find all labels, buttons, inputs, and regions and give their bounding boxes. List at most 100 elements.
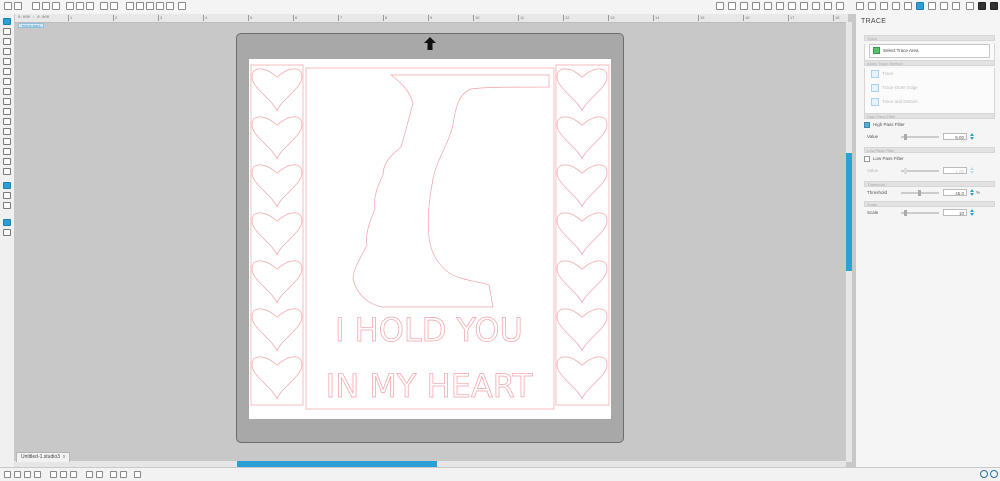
scale-stepper[interactable] <box>970 209 974 217</box>
threshold-value-field[interactable]: 45.0 <box>943 189 967 196</box>
select-trace-area-button[interactable]: Select Trace Area <box>869 44 990 58</box>
show-mat-icon[interactable] <box>3 192 11 199</box>
fill-panel-icon[interactable] <box>880 2 888 10</box>
deselect-icon[interactable] <box>14 471 21 478</box>
delete-icon[interactable] <box>34 471 41 478</box>
threshold-slider-knob[interactable] <box>918 190 921 196</box>
high-pass-value-field[interactable]: 5.00 <box>943 133 967 140</box>
text-panel-icon[interactable] <box>904 2 912 10</box>
eyedropper-tool-icon[interactable] <box>3 168 11 175</box>
trace-outer-edge-option[interactable]: Trace Outer Edge <box>869 82 990 94</box>
smooth-freehand-tool-icon[interactable] <box>3 128 11 135</box>
fill-color-icon[interactable] <box>800 2 808 10</box>
curve-tool-icon[interactable] <box>3 98 11 105</box>
trace-and-detach-option[interactable]: Trace and Detach <box>869 96 990 108</box>
point-edit-icon[interactable] <box>856 2 864 10</box>
library-view-icon[interactable] <box>3 229 11 236</box>
eraser-tool-icon[interactable] <box>3 138 11 145</box>
redo-icon[interactable] <box>110 2 118 10</box>
zoom-in-icon[interactable] <box>136 2 144 10</box>
cut-icon[interactable] <box>66 2 74 10</box>
ellipse-tool-icon[interactable] <box>3 78 11 85</box>
rectangle-tool-icon[interactable] <box>3 58 11 65</box>
trace-option[interactable]: Trace <box>869 68 990 80</box>
arc-tool-icon[interactable] <box>3 108 11 115</box>
save-icon[interactable] <box>32 2 40 10</box>
heart-column-left <box>251 68 303 400</box>
zoom-area-icon[interactable] <box>156 2 164 10</box>
high-pass-stepper[interactable] <box>970 133 974 141</box>
vertical-scroll-thumb[interactable] <box>846 153 852 271</box>
freehand-tool-icon[interactable] <box>3 118 11 125</box>
bring-to-front-icon[interactable] <box>86 471 93 478</box>
open-document-icon[interactable] <box>14 2 22 10</box>
new-document-icon[interactable] <box>4 2 12 10</box>
paste-icon[interactable] <box>86 2 94 10</box>
print-icon[interactable] <box>42 2 50 10</box>
select-all-icon[interactable] <box>4 471 11 478</box>
modify-icon[interactable] <box>752 2 760 10</box>
design-view-icon[interactable] <box>3 219 11 226</box>
select-tool-icon[interactable] <box>3 18 11 25</box>
align-icon[interactable] <box>728 2 736 10</box>
send-to-back-icon[interactable] <box>96 471 103 478</box>
rounded-rectangle-tool-icon[interactable] <box>3 68 11 75</box>
trace-quick-icon[interactable] <box>134 471 141 478</box>
knife-tool-icon[interactable] <box>3 158 11 165</box>
show-cut-border-icon[interactable] <box>3 182 11 189</box>
polygon-tool-icon[interactable] <box>3 48 11 55</box>
offset-icon[interactable] <box>764 2 772 10</box>
low-pass-value-field[interactable]: 1.00 <box>943 167 967 174</box>
low-pass-checkbox[interactable] <box>864 156 870 162</box>
line-panel-icon[interactable] <box>892 2 900 10</box>
low-pass-checkbox-row[interactable]: Low Pass Filter <box>864 153 995 165</box>
group-icon[interactable] <box>50 471 57 478</box>
transform-icon[interactable] <box>836 2 844 10</box>
copy-icon[interactable] <box>76 2 84 10</box>
duplicate-icon[interactable] <box>24 471 31 478</box>
registration-icon[interactable] <box>940 2 948 10</box>
polyline-tool-icon[interactable] <box>3 88 11 95</box>
preferences-gear-icon[interactable] <box>990 470 998 478</box>
print-cut-icon[interactable] <box>52 2 60 10</box>
undo-icon[interactable] <box>100 2 108 10</box>
low-pass-stepper[interactable] <box>970 167 974 175</box>
zoom-fit-icon[interactable] <box>166 2 174 10</box>
high-pass-checkbox[interactable] <box>864 122 870 128</box>
settings-gear-icon[interactable] <box>980 470 988 478</box>
high-pass-checkbox-row[interactable]: High Pass Filter <box>864 119 995 131</box>
scale-value-field[interactable]: 10 <box>943 209 967 216</box>
gradient-icon[interactable] <box>812 2 820 10</box>
design-page[interactable]: I HOLD YOU IN MY HEART <box>249 59 611 419</box>
threshold-stepper[interactable] <box>970 189 974 197</box>
cut-settings-icon[interactable] <box>952 2 960 10</box>
weld-icon[interactable] <box>110 471 117 478</box>
library-icon[interactable] <box>990 2 998 10</box>
send-to-silhouette-icon[interactable] <box>966 2 974 10</box>
library-shapes-icon[interactable] <box>776 2 784 10</box>
zoom-percent-icon[interactable] <box>178 2 186 10</box>
replicate-icon[interactable] <box>740 2 748 10</box>
low-pass-slider-knob[interactable] <box>904 168 907 174</box>
show-grid-icon[interactable] <box>3 202 11 209</box>
close-tab-icon[interactable]: x <box>63 453 66 462</box>
offset-quick-icon[interactable] <box>120 471 127 478</box>
grid-icon[interactable] <box>716 2 724 10</box>
trace-panel-icon[interactable] <box>916 2 924 10</box>
document-tab[interactable]: Untitled-1.studio3 x <box>16 452 71 462</box>
scale-slider-knob[interactable] <box>904 210 907 216</box>
ungroup-icon[interactable] <box>60 471 67 478</box>
page-setup-icon[interactable] <box>928 2 936 10</box>
text-style-icon[interactable] <box>824 2 832 10</box>
line-tool-icon[interactable] <box>3 38 11 45</box>
high-pass-slider-knob[interactable] <box>904 134 907 140</box>
design-store-icon[interactable] <box>978 2 986 10</box>
pan-hand-icon[interactable] <box>126 2 134 10</box>
text-tool-icon[interactable] <box>3 148 11 155</box>
point-edit-tool-icon[interactable] <box>3 28 11 35</box>
make-compound-path-icon[interactable] <box>70 471 77 478</box>
scale-section: Scale Scale 10 <box>864 201 995 221</box>
line-style-icon[interactable] <box>788 2 796 10</box>
zoom-out-icon[interactable] <box>146 2 154 10</box>
layers-icon[interactable] <box>868 2 876 10</box>
